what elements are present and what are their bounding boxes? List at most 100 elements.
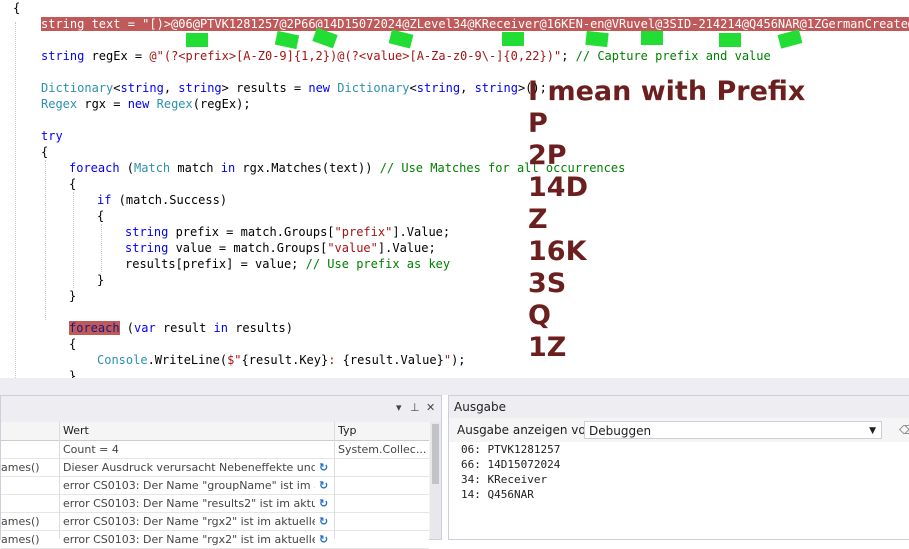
annotation-prefix: 2P <box>528 140 567 171</box>
refresh-icon[interactable]: ↻ <box>319 495 333 512</box>
watch-row[interactable]: Count = 4 System.Collec... <box>1 441 429 459</box>
annotation-prefix: 14D <box>528 172 588 203</box>
refresh-icon[interactable]: ↻ <box>319 513 333 530</box>
watch-type <box>338 531 428 548</box>
code-line-regex-declaration: string regEx = @"(?<prefix>[A-Z0-9]{1,2}… <box>41 49 771 63</box>
watch-row[interactable]: ames() error CS0103: Der Name "rgx2" ist… <box>1 513 429 531</box>
watch-value: Count = 4 <box>63 443 119 456</box>
annotation-prefix: 16K <box>528 236 587 267</box>
close-icon[interactable]: ✕ <box>426 401 435 414</box>
panel-separator <box>0 378 909 395</box>
code-line-writeline: Console.WriteLine($"{result.Key}: {resul… <box>97 353 466 367</box>
code-line: { <box>97 209 105 223</box>
column-divider[interactable] <box>334 422 335 539</box>
watch-row[interactable]: error CS0103: Der Name "groupName" ist i… <box>1 477 429 495</box>
indent-guide <box>73 192 74 288</box>
code-line-regex-object: Regex rgx = new Regex(regEx); <box>41 97 251 111</box>
watch-name <box>1 477 56 494</box>
code-line-foreach-result: foreach (var result in results) <box>69 321 293 335</box>
prefix-marker <box>388 29 414 49</box>
code-line-text-declaration: string text = "[)>@06@PTVK1281257@2P66@1… <box>41 16 909 32</box>
output-source-select[interactable]: Debuggen ▼ <box>584 421 882 439</box>
column-divider[interactable] <box>59 422 60 539</box>
watch-row[interactable]: error CS0103: Der Name "results2" ist im… <box>1 495 429 513</box>
output-line: 34: KReceiver <box>461 473 548 486</box>
watch-header-row: Wert Typ <box>1 422 429 441</box>
code-line-try: try <box>41 129 63 143</box>
watch-name: ames() <box>1 533 40 546</box>
annotation-heading: I mean with Prefix <box>528 76 806 107</box>
watch-scrollbar[interactable] <box>430 422 441 539</box>
code-line-results-assign: results[prefix] = value; // Use prefix a… <box>125 257 451 271</box>
prefix-marker <box>186 33 208 47</box>
code-line: { <box>41 145 49 159</box>
column-header-type[interactable]: Typ <box>338 422 428 439</box>
prefix-annotation: I mean with Prefix P 2P 14D Z 16K 3S Q 1… <box>528 76 805 364</box>
prefix-marker <box>719 33 741 47</box>
output-line: 06: PTVK1281257 <box>461 443 561 456</box>
output-source-value: Debuggen <box>589 424 652 438</box>
code-line: } <box>69 289 77 303</box>
annotation-prefix: P <box>528 108 548 139</box>
code-line-value: string value = match.Groups["value"].Val… <box>125 241 436 255</box>
clear-output-icon[interactable]: ⌫ <box>899 423 909 437</box>
pin-icon[interactable]: ⊥ <box>410 401 420 414</box>
annotation-prefix: Z <box>528 204 548 235</box>
refresh-icon[interactable]: ↻ <box>319 477 333 494</box>
prefix-marker <box>502 32 524 46</box>
output-panel-title: Ausgabe <box>449 396 909 418</box>
watch-name: ames() <box>1 461 40 474</box>
refresh-icon[interactable]: ↻ <box>319 459 333 476</box>
watch-row[interactable]: ames() error CS0103: Der Name "rgx2" ist… <box>1 531 429 549</box>
indent-guide <box>45 160 46 320</box>
watch-type: System.Collec... <box>338 443 427 456</box>
watch-type <box>338 495 428 512</box>
watch-value: error CS0103: Der Name "groupName" ist i… <box>63 479 315 492</box>
code-line: { <box>13 1 21 15</box>
code-line-dictionary: Dictionary<string, string> results = new… <box>41 81 547 95</box>
output-panel: Ausgabe Ausgabe anzeigen von: Debuggen ▼… <box>448 395 909 540</box>
watch-type <box>338 459 428 476</box>
prefix-marker <box>777 29 803 49</box>
prefix-marker <box>274 30 300 50</box>
watch-type <box>338 513 428 530</box>
output-line: 14: Q456NAR <box>461 488 534 501</box>
output-line: 66: 14D15072024 <box>461 458 561 471</box>
code-line: { <box>69 337 77 351</box>
chevron-down-icon: ▼ <box>869 426 876 436</box>
watch-name <box>1 495 56 512</box>
scrollbar-thumb[interactable] <box>432 424 439 484</box>
indent-guide <box>15 22 16 378</box>
watch-value: error CS0103: Der Name "rgx2" ist im akt… <box>63 515 315 528</box>
refresh-icon[interactable]: ↻ <box>319 531 333 548</box>
refresh-icon[interactable] <box>319 441 333 458</box>
watch-grid: Wert Typ Count = 4 System.Collec... ames… <box>1 422 429 549</box>
watch-panel: ▾ ⊥ ✕ Wert Typ Count = 4 System.Collec..… <box>0 395 442 549</box>
code-line-prefix: string prefix = match.Groups["prefix"].V… <box>125 225 451 239</box>
annotation-prefix: 3S <box>528 268 567 299</box>
watch-row[interactable]: ames() Dieser Ausdruck verursacht Nebene… <box>1 459 429 477</box>
code-line-if: if (match.Success) <box>97 193 228 207</box>
output-text-area[interactable]: 06: PTVK1281257 66: 14D15072024 34: KRec… <box>449 442 909 539</box>
output-toolbar: Ausgabe anzeigen von: Debuggen ▼ ⌫ <box>449 418 909 442</box>
watch-value: error CS0103: Der Name "results2" ist im… <box>63 497 315 510</box>
watch-type <box>338 477 428 494</box>
watch-value: error CS0103: Der Name "rgx2" ist im akt… <box>63 533 315 546</box>
watch-name <box>1 441 56 458</box>
prefix-marker <box>641 31 663 45</box>
prefix-marker <box>585 30 609 48</box>
watch-panel-header: ▾ ⊥ ✕ <box>1 396 441 422</box>
annotation-prefix: 1Z <box>528 332 567 363</box>
column-header-value[interactable]: Wert <box>63 422 315 439</box>
code-editor[interactable]: { string text = "[)>@06@PTVK1281257@2P66… <box>0 0 909 378</box>
annotation-prefix: Q <box>528 300 551 331</box>
code-line: } <box>97 273 105 287</box>
panel-dropdown-icon[interactable]: ▾ <box>396 401 402 414</box>
code-line: { <box>69 177 77 191</box>
output-source-label: Ausgabe anzeigen von: <box>457 423 598 437</box>
watch-value: Dieser Ausdruck verursacht Nebeneffekte … <box>63 461 315 474</box>
column-header-name[interactable] <box>1 422 56 439</box>
indent-guide <box>101 224 102 272</box>
code-line: } <box>69 369 77 378</box>
watch-name: ames() <box>1 515 40 528</box>
